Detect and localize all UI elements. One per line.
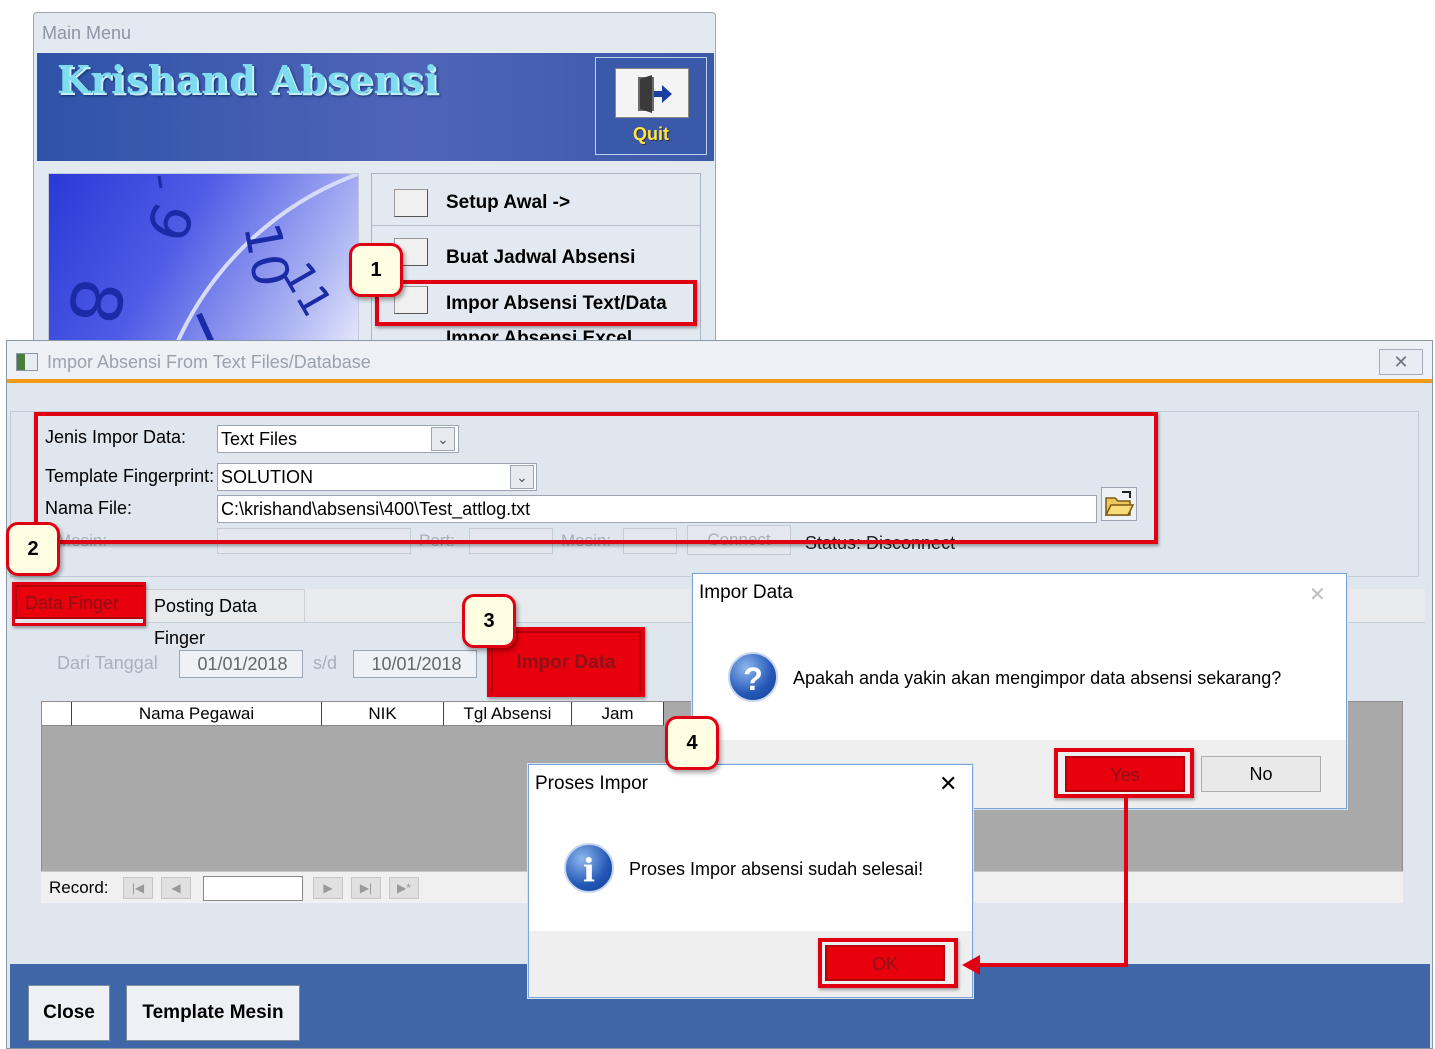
annotation-arrow xyxy=(962,798,1128,975)
